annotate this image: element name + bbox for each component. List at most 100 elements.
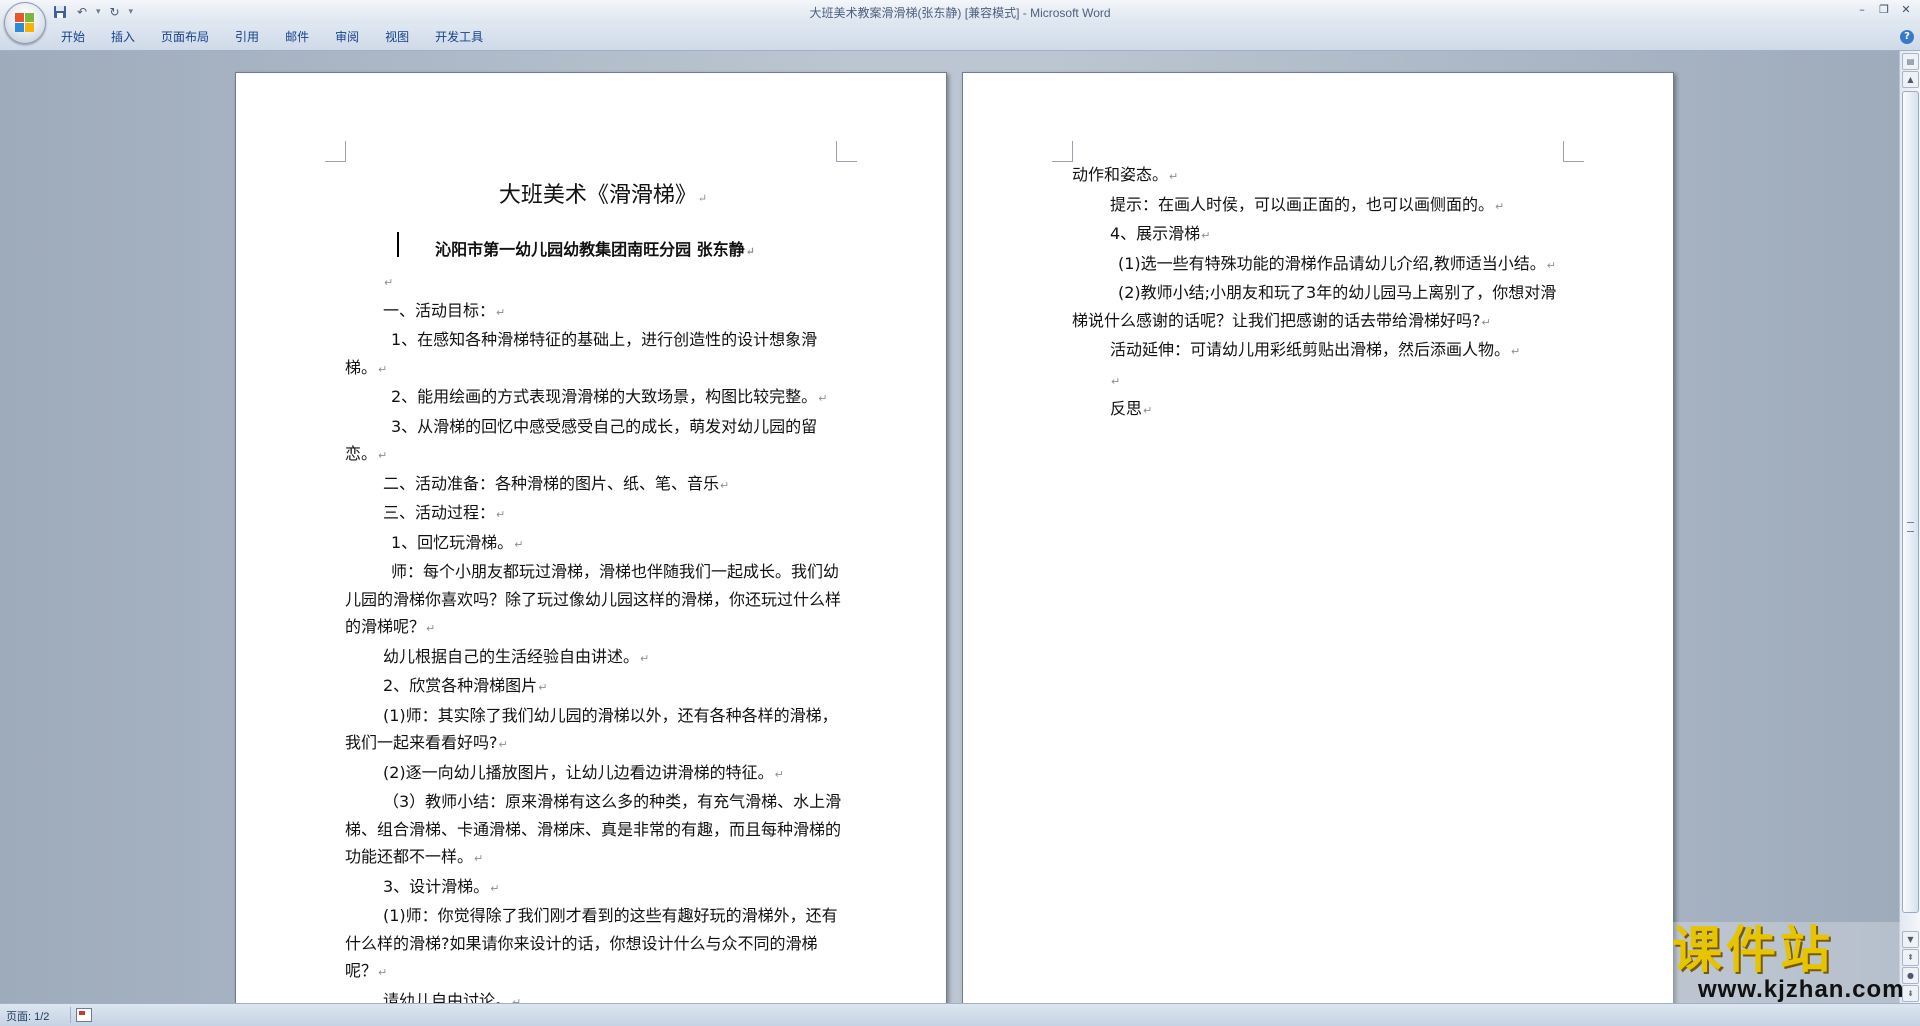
page-indicator[interactable]: 页面: 1/2 [6,1008,49,1024]
paragraph-mark: ↵ [720,478,730,492]
paragraph-text: (1)师：其实除了我们幼儿园的滑梯以外，还有各种各样的滑梯，我们一起来看看好吗? [345,705,838,753]
paragraph-text: （3）教师小结：原来滑梯有这么多的种类，有充气滑梯、水上滑梯、组合滑梯、卡通滑梯… [345,792,842,866]
document-paragraph: 提示：在画人时侯，可以画正面的，也可以画侧面的。↵ [1072,191,1572,221]
ribbon-tab[interactable]: 开发工具 [422,24,496,50]
scroll-down-icon[interactable]: ▼ [1902,931,1919,948]
office-logo-icon [15,13,35,33]
paragraph-mark: ↵ [512,995,522,1004]
document-paragraph: 反思↵ [1072,395,1572,425]
paragraph-mark: ↵ [697,192,708,205]
document-title: 大班美术《滑滑梯》↵ [498,183,708,208]
document-paragraph: 动作和姿态。↵ [1072,161,1572,191]
crop-mark [1563,141,1584,162]
ribbon-tab-list: 开始 插入 页面布局 引用 邮件 审阅 视图 开发工具 [48,24,496,50]
ribbon-tab[interactable]: 视图 [372,24,422,50]
document-paragraph: 2、欣赏各种滑梯图片↵ [345,672,845,702]
paragraph-text: 幼儿根据自己的生活经验自由讲述。 [383,646,640,666]
crop-mark [1052,141,1073,162]
ribbon-tab[interactable]: 开始 [48,24,98,50]
paragraph-text: 师：每个小朋友都玩过滑梯，滑梯也伴随我们一起成长。我们幼儿园的滑梯你喜欢吗？除了… [345,562,842,636]
document-page-2[interactable]: 动作和姿态。↵ 提示：在画人时侯，可以画正面的，也可以画侧面的。↵ 4、展示滑梯↵(… [962,72,1674,1003]
document-paragraph: 幼儿根据自己的生活经验自由讲述。↵ [345,643,845,673]
paragraph-mark: ↵ [538,681,548,694]
paragraph-text: 一、活动目标： [383,300,496,320]
paragraph-mark: ↵ [498,738,508,751]
document-paragraph: ↵ [345,267,845,297]
paragraph-mark: ↵ [774,767,784,781]
document-subtitle: 沁阳市第一幼儿园幼教集团南旺分园 张东静↵ [435,240,755,259]
paragraph-text: 4、展示滑梯 [1110,224,1201,243]
paragraph-text: 2、欣赏各种滑梯图片 [383,676,538,695]
paragraph-text: 1、回忆玩滑梯。 [391,532,514,552]
paragraph-text: 二、活动准备：各种滑梯的图片、纸、笔、音乐 [383,473,720,493]
page-1-paragraphs: ↵ 一、活动目标：↵ 1、在感知各种滑梯特征的基础上，进行创造性的设计想象滑梯。↵ 2… [345,267,845,1003]
paragraph-mark: ↵ [496,508,506,521]
minimize-icon[interactable]: – [1852,2,1872,18]
paragraph-text: 3、设计滑梯。 [383,876,490,896]
document-paragraph: (2)教师小结;小朋友和玩了3年的幼儿园马上离别了，你想对滑梯说什么感谢的话呢？… [1072,279,1572,336]
close-icon[interactable]: ✕ [1896,2,1916,18]
ribbon-tab[interactable]: 页面布局 [148,24,222,50]
window-controls: – ❐ ✕ [1852,2,1916,18]
next-page-icon[interactable]: ⇟ [1902,985,1919,1002]
document-paragraph: 活动延伸：可请幼儿用彩纸剪贴出滑梯，然后添画人物。↵ [1072,336,1572,366]
previous-page-icon[interactable]: ⇞ [1902,949,1919,966]
document-paragraph: 3、从滑梯的回忆中感受感受自己的成长，萌发对幼儿园的留恋。↵ [345,413,845,470]
document-paragraph: 一、活动目标：↵ [345,297,845,327]
page-2-body[interactable]: 动作和姿态。↵ 提示：在画人时侯，可以画正面的，也可以画侧面的。↵ 4、展示滑梯↵(… [1072,161,1572,425]
paragraph-text: (1)选一些有特殊功能的滑梯作品请幼儿介绍,教师适当小结。 [1118,253,1546,273]
paragraph-text: 1、在感知各种滑梯特征的基础上，进行创造性的设计想象滑梯。 [345,330,818,377]
vertical-scrollbar[interactable]: ▤ ▲ ▼ ⇞ ● ⇟ [1899,51,1920,1003]
paragraph-mark: ↵ [1546,258,1556,272]
document-paragraph: (2)逐一向幼儿播放图片，让幼儿边看边讲滑梯的特征。↵ [345,759,845,789]
document-page-1[interactable]: 大班美术《滑滑梯》↵ 沁阳市第一幼儿园幼教集团南旺分园 张东静↵ ↵ 一、活动目标… [235,72,947,1003]
paragraph-mark: ↵ [1511,345,1521,358]
paragraph-mark: ↵ [426,622,436,635]
window-title: 大班美术教案滑滑梯(张东静) [兼容模式] - Microsoft Word [809,6,1111,20]
scroll-up-icon[interactable]: ▲ [1902,71,1919,88]
select-browse-object-icon[interactable]: ● [1902,967,1919,984]
paragraph-text: 活动延伸：可请幼儿用彩纸剪贴出滑梯，然后添画人物。 [1110,340,1511,359]
paragraph-mark: ↵ [1169,170,1179,183]
document-paragraph: 请幼儿自由讨论。↵ [345,987,845,1004]
watermark-name: 课件站 [1672,921,1834,979]
status-bar: 页面: 1/2 [0,1003,1920,1026]
document-paragraph: (1)师：你觉得除了我们刚才看到的这些有趣好玩的滑梯外，还有什么样的滑梯?如果请… [345,902,845,987]
ribbon-tab[interactable]: 邮件 [272,24,322,50]
restore-icon[interactable]: ❐ [1874,2,1894,18]
paragraph-mark: ↵ [378,966,388,979]
office-button[interactable] [4,2,46,44]
paragraph-mark: ↵ [1481,315,1491,329]
paragraph-text: 反思 [1110,399,1143,418]
paragraph-mark: ↵ [1143,404,1153,417]
ribbon-tab[interactable]: 插入 [98,24,148,50]
paragraph-mark: ↵ [1495,199,1505,213]
paragraph-text: (2)逐一向幼儿播放图片，让幼儿边看边讲滑梯的特征。 [383,762,774,782]
watermark-url: www.kjzhan.com [1698,976,1905,1003]
document-paragraph: (1)选一些有特殊功能的滑梯作品请幼儿介绍,教师适当小结。↵ [1072,250,1572,280]
ribbon-tab[interactable]: 审阅 [322,24,372,50]
scroll-grip-icon [1907,522,1914,532]
ruler-toggle-icon[interactable]: ▤ [1902,53,1919,70]
paragraph-mark: ↵ [378,449,388,462]
paragraph-text: 请幼儿自由讨论。 [383,990,512,1004]
paragraph-mark: ↵ [818,392,828,405]
help-icon[interactable]: ? [1900,30,1914,44]
scroll-thumb[interactable] [1902,91,1919,913]
document-paragraph: 二、活动准备：各种滑梯的图片、纸、笔、音乐↵ [345,470,845,500]
document-paragraph: 1、回忆玩滑梯。↵ [345,529,845,559]
document-paragraph: (1)师：其实除了我们幼儿园的滑梯以外，还有各种各样的滑梯，我们一起来看看好吗?… [345,702,845,759]
macro-recording-icon[interactable] [76,1008,92,1022]
ribbon-tab[interactable]: 引用 [222,24,272,50]
document-paragraph: 4、展示滑梯↵ [1072,220,1572,250]
page-1-body[interactable]: 大班美术《滑滑梯》↵ 沁阳市第一幼儿园幼教集团南旺分园 张东静↵ ↵ 一、活动目标… [345,158,845,1003]
paragraph-mark: ↵ [640,651,650,665]
document-workspace: 大班美术《滑滑梯》↵ 沁阳市第一幼儿园幼教集团南旺分园 张东静↵ ↵ 一、活动目标… [0,51,1900,1003]
document-paragraph: 1、在感知各种滑梯特征的基础上，进行创造性的设计想象滑梯。↵ [345,326,845,383]
paragraph-text: 提示：在画人时侯，可以画正面的，也可以画侧面的。 [1110,194,1495,214]
paragraph-text: 3、从滑梯的回忆中感受感受自己的成长，萌发对幼儿园的留恋。 [345,416,818,464]
paragraph-mark: ↵ [378,362,388,376]
document-paragraph: ↵ [1072,366,1572,396]
paragraph-mark: ↵ [474,852,484,865]
page-2-paragraphs: 动作和姿态。↵ 提示：在画人时侯，可以画正面的，也可以画侧面的。↵ 4、展示滑梯↵(… [1072,161,1572,425]
